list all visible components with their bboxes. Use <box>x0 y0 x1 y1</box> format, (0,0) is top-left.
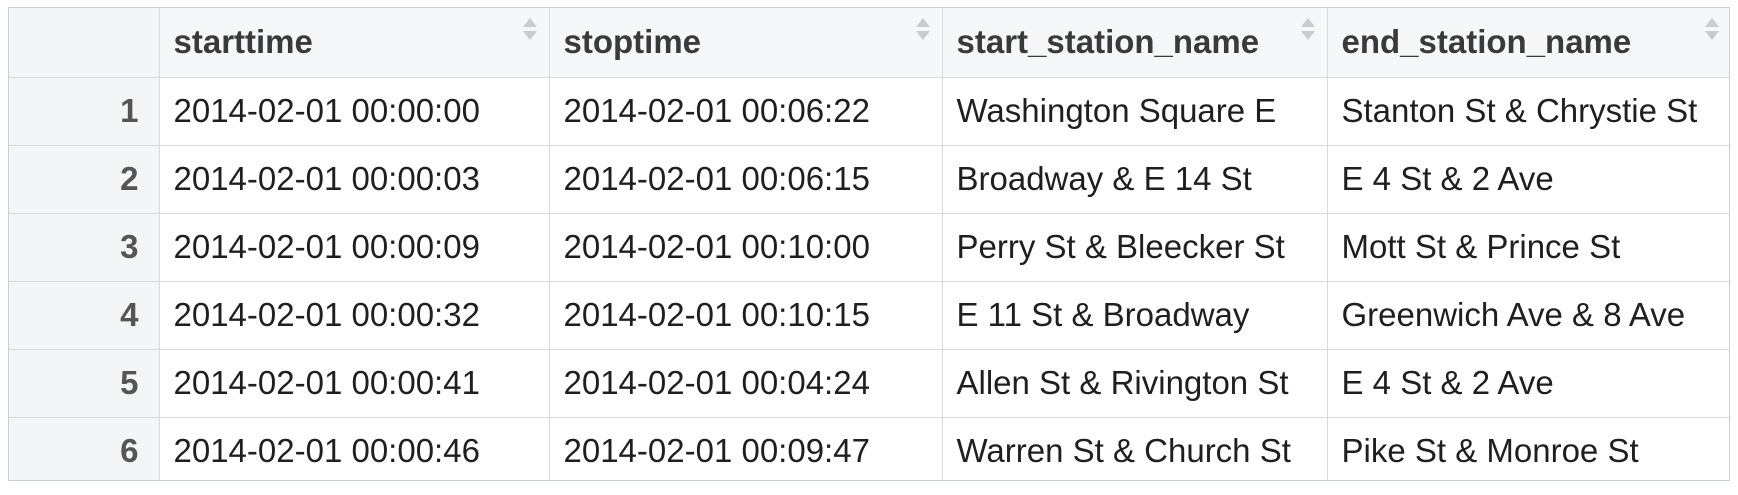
cell-start-station-name: Warren St & Church St <box>942 417 1328 480</box>
column-header-stoptime[interactable]: stoptime <box>549 8 943 78</box>
cell-stoptime: 2014-02-01 00:04:24 <box>549 349 943 418</box>
cell-start-station-name: Allen St & Rivington St <box>942 349 1328 418</box>
cell-stoptime: 2014-02-01 00:10:00 <box>549 213 943 282</box>
cell-end-station-name: E 4 St & 2 Ave <box>1327 349 1729 418</box>
row-index: 4 <box>9 281 160 350</box>
cell-end-station-name: E 4 St & 2 Ave <box>1327 145 1729 214</box>
sort-icon[interactable] <box>1704 18 1719 44</box>
cell-end-station-name: Stanton St & Chrystie St <box>1327 77 1729 146</box>
data-table: starttime stoptime start_station_name en… <box>9 8 1729 480</box>
table-row: 1 2014-02-01 00:00:00 2014-02-01 00:06:2… <box>9 77 1729 146</box>
cell-starttime: 2014-02-01 00:00:03 <box>159 145 550 214</box>
column-header-start-station-name[interactable]: start_station_name <box>942 8 1328 78</box>
table-row: 4 2014-02-01 00:00:32 2014-02-01 00:10:1… <box>9 281 1729 350</box>
table-row: 5 2014-02-01 00:00:41 2014-02-01 00:04:2… <box>9 349 1729 418</box>
cell-end-station-name: Mott St & Prince St <box>1327 213 1729 282</box>
cell-end-station-name: Greenwich Ave & 8 Ave <box>1327 281 1729 350</box>
cell-starttime: 2014-02-01 00:00:46 <box>159 417 550 480</box>
cell-stoptime: 2014-02-01 00:09:47 <box>549 417 943 480</box>
cell-end-station-name: Pike St & Monroe St <box>1327 417 1729 480</box>
cell-start-station-name: Washington Square E <box>942 77 1328 146</box>
cell-starttime: 2014-02-01 00:00:00 <box>159 77 550 146</box>
cell-starttime: 2014-02-01 00:00:32 <box>159 281 550 350</box>
column-header-label: starttime <box>173 23 313 61</box>
column-header-label: stoptime <box>563 23 702 61</box>
cell-start-station-name: Perry St & Bleecker St <box>942 213 1328 282</box>
row-index: 2 <box>9 145 160 214</box>
row-index: 3 <box>9 213 160 282</box>
row-index: 6 <box>9 417 160 480</box>
row-index: 1 <box>9 77 160 146</box>
cell-start-station-name: E 11 St & Broadway <box>942 281 1328 350</box>
cell-stoptime: 2014-02-01 00:06:15 <box>549 145 943 214</box>
data-table-container: starttime stoptime start_station_name en… <box>8 7 1730 481</box>
column-header-label: end_station_name <box>1341 23 1632 61</box>
column-header-starttime[interactable]: starttime <box>159 8 550 78</box>
cell-stoptime: 2014-02-01 00:06:22 <box>549 77 943 146</box>
sort-icon[interactable] <box>915 18 930 44</box>
cell-starttime: 2014-02-01 00:00:09 <box>159 213 550 282</box>
cell-starttime: 2014-02-01 00:00:41 <box>159 349 550 418</box>
sort-icon[interactable] <box>522 18 537 44</box>
row-index: 5 <box>9 349 160 418</box>
table-row: 6 2014-02-01 00:00:46 2014-02-01 00:09:4… <box>9 417 1729 480</box>
column-header-label: start_station_name <box>956 23 1260 61</box>
column-header-end-station-name[interactable]: end_station_name <box>1327 8 1729 78</box>
cell-start-station-name: Broadway & E 14 St <box>942 145 1328 214</box>
table-row: 2 2014-02-01 00:00:03 2014-02-01 00:06:1… <box>9 145 1729 214</box>
cell-stoptime: 2014-02-01 00:10:15 <box>549 281 943 350</box>
table-row: 3 2014-02-01 00:00:09 2014-02-01 00:10:0… <box>9 213 1729 282</box>
sort-icon[interactable] <box>1300 18 1315 44</box>
header-row: starttime stoptime start_station_name en… <box>9 8 1729 78</box>
column-header-index <box>9 8 160 78</box>
